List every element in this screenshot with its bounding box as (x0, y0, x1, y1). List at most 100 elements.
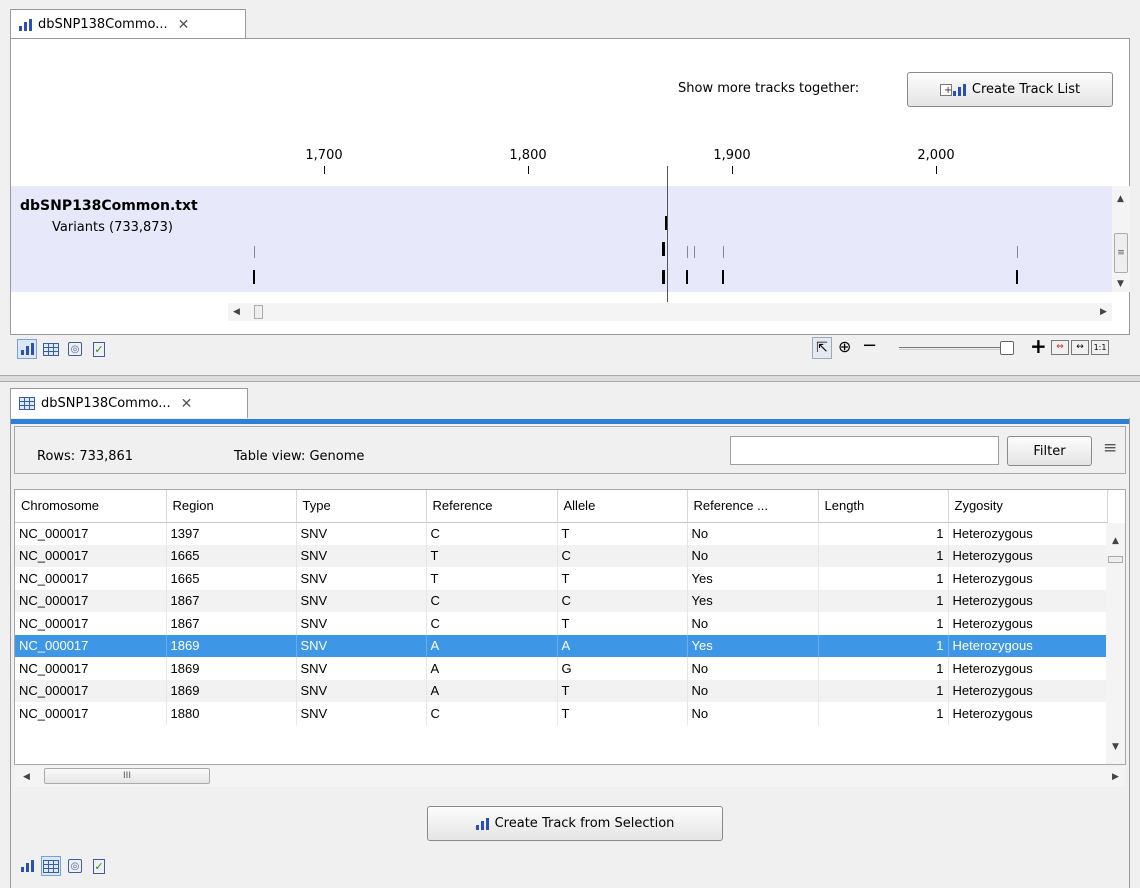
bar-chart-view-icon[interactable] (17, 339, 37, 359)
variant-mark[interactable] (253, 270, 255, 284)
scroll-down-icon[interactable]: ▼ (1117, 279, 1124, 289)
table-cell[interactable]: T (557, 567, 688, 590)
close-icon[interactable]: ✕ (181, 396, 193, 412)
variant-mark[interactable] (723, 246, 724, 258)
column-header[interactable]: Reference (426, 490, 558, 523)
zoom-slider[interactable] (899, 347, 1011, 350)
table-row[interactable]: NC_000017 1397 SNV C T No 1 Heterozygous (15, 522, 1108, 545)
hscroll-thumb[interactable] (254, 305, 263, 319)
create-track-from-selection-button[interactable]: Create Track from Selection (427, 806, 723, 841)
table-cell[interactable]: No (687, 702, 819, 725)
table-cell[interactable]: 1665 (166, 544, 297, 567)
variant-mark[interactable] (1016, 270, 1018, 284)
table-cell[interactable]: No (687, 522, 819, 545)
tab-track-view[interactable]: dbSNP138Commo... ✕ (10, 9, 246, 39)
variant-mark[interactable] (686, 270, 688, 284)
column-header[interactable]: Reference ... (687, 490, 819, 523)
table-cell[interactable]: Heterozygous (948, 612, 1108, 635)
table-row[interactable]: NC_000017 1867 SNV C T No 1 Heterozygous (15, 612, 1108, 635)
table-cell[interactable]: NC_000017 (15, 522, 167, 545)
scroll-left-icon[interactable]: ◀ (23, 772, 30, 782)
table-cell[interactable]: Heterozygous (948, 567, 1108, 590)
table-cell[interactable]: 1 (818, 679, 949, 702)
variant-mark[interactable] (694, 246, 695, 258)
create-track-list-button[interactable]: + Create Track List (907, 72, 1113, 107)
table-row[interactable]: NC_000017 1869 SNV A T No 1 Heterozygous (15, 679, 1108, 702)
close-icon[interactable]: ✕ (178, 17, 190, 33)
zoom-out-icon[interactable]: − (862, 335, 877, 356)
table-cell[interactable]: A (426, 679, 558, 702)
table-cell[interactable]: 1867 (166, 612, 297, 635)
table-cell[interactable]: T (557, 679, 688, 702)
tab-table-view[interactable]: dbSNP138Commo... ✕ (10, 388, 248, 418)
variant-mark[interactable] (254, 246, 255, 258)
variant-mark[interactable] (662, 242, 665, 256)
table-cell[interactable]: G (557, 657, 688, 680)
validate-icon[interactable]: ✓ (89, 339, 109, 359)
filter-options-icon[interactable]: ≡ (1103, 438, 1117, 458)
table-cell[interactable]: NC_000017 (15, 679, 167, 702)
column-header[interactable]: Allele (557, 490, 688, 523)
table-cell[interactable]: NC_000017 (15, 634, 167, 657)
scroll-up-icon[interactable]: ▲ (1117, 194, 1124, 204)
table-cell[interactable]: No (687, 657, 819, 680)
fit-width-icon[interactable]: ↔ (1071, 340, 1089, 355)
table-cell[interactable]: 1880 (166, 702, 297, 725)
scroll-left-icon[interactable]: ◀ (233, 307, 240, 317)
history-icon[interactable]: ◎ (65, 339, 85, 359)
table-cell[interactable]: T (426, 544, 558, 567)
zoom-plus-icon[interactable]: + (1030, 334, 1047, 358)
table-cell[interactable]: Yes (687, 634, 819, 657)
variant-mark[interactable] (665, 216, 667, 230)
table-cell[interactable]: 1665 (166, 567, 297, 590)
table-cell[interactable]: 1869 (166, 657, 297, 680)
table-cell[interactable]: Heterozygous (948, 544, 1108, 567)
table-view-icon[interactable] (41, 856, 61, 876)
select-icon[interactable]: ⇱ (812, 337, 832, 359)
table-cell[interactable]: Heterozygous (948, 702, 1108, 725)
column-header[interactable]: Zygosity (948, 490, 1108, 523)
table-cell[interactable]: SNV (296, 544, 427, 567)
table-cell[interactable]: NC_000017 (15, 567, 167, 590)
track-hscrollbar[interactable] (228, 303, 1112, 321)
column-header[interactable]: Chromosome (15, 490, 167, 523)
table-cell[interactable]: T (557, 522, 688, 545)
table-cell[interactable]: NC_000017 (15, 657, 167, 680)
table-cell[interactable]: 1 (818, 657, 949, 680)
column-header[interactable]: Type (296, 490, 427, 523)
table-cell[interactable]: NC_000017 (15, 544, 167, 567)
validate-icon[interactable]: ✓ (89, 856, 109, 876)
table-cell[interactable]: Yes (687, 589, 819, 612)
table-view-icon[interactable] (41, 339, 61, 359)
filter-input[interactable] (730, 436, 999, 465)
table-cell[interactable]: T (557, 702, 688, 725)
table-cell[interactable]: NC_000017 (15, 702, 167, 725)
table-cell[interactable]: Heterozygous (948, 679, 1108, 702)
table-cell[interactable]: 1 (818, 589, 949, 612)
table-row[interactable]: NC_000017 1867 SNV C C Yes 1 Heterozygous (15, 589, 1108, 612)
table-cell[interactable]: 1397 (166, 522, 297, 545)
table-cell[interactable]: C (426, 522, 558, 545)
table-cell[interactable]: A (426, 634, 558, 657)
table-cell[interactable]: C (426, 702, 558, 725)
table-cell[interactable]: SNV (296, 634, 427, 657)
table-cell[interactable]: C (557, 589, 688, 612)
table-cell[interactable]: T (426, 567, 558, 590)
zoom-in-icon[interactable]: ⊕ (838, 337, 851, 356)
table-cell[interactable]: SNV (296, 567, 427, 590)
table-cell[interactable]: Heterozygous (948, 589, 1108, 612)
table-cell[interactable]: NC_000017 (15, 612, 167, 635)
table-cell[interactable]: Heterozygous (948, 634, 1108, 657)
table-cell[interactable]: C (426, 612, 558, 635)
table-cell[interactable]: SNV (296, 612, 427, 635)
table-row[interactable]: NC_000017 1880 SNV C T No 1 Heterozygous (15, 702, 1108, 725)
table-cell[interactable]: A (557, 634, 688, 657)
table-cell[interactable]: 1869 (166, 634, 297, 657)
table-row[interactable]: NC_000017 1869 SNV A G No 1 Heterozygous (15, 657, 1108, 680)
table-cell[interactable]: 1 (818, 544, 949, 567)
table-cell[interactable]: 1869 (166, 679, 297, 702)
table-cell[interactable]: SNV (296, 702, 427, 725)
table-cell[interactable]: No (687, 544, 819, 567)
table-cell[interactable]: SNV (296, 657, 427, 680)
bar-chart-view-icon[interactable] (17, 856, 37, 876)
